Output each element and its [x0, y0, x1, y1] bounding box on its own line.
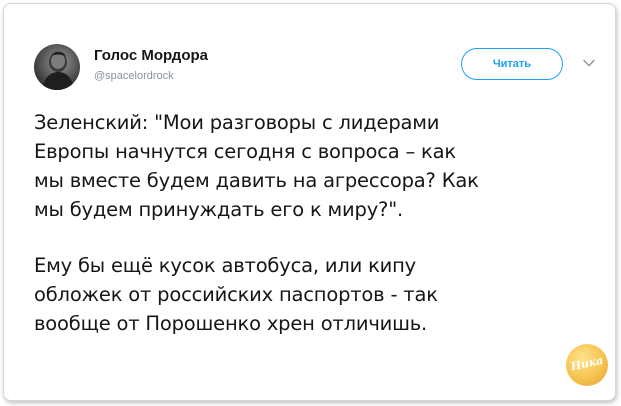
tweet-line: Зеленский: "Мои разговоры с лидерами: [34, 111, 440, 134]
follow-button-label: Читать: [492, 58, 532, 70]
user-name[interactable]: Голос Мордора: [94, 46, 208, 66]
tweet-line: вообще от Порошенко хрен отличишь.: [34, 312, 428, 335]
tweet-paragraph-2: Ему бы ещё кусок автобуса, или кипу обло…: [34, 251, 594, 338]
tweet-line: мы будем принуждать его к миру?".: [34, 198, 403, 221]
avatar-photo-icon: [42, 51, 74, 90]
tweet-line: обложек от российских паспортов - так: [34, 283, 438, 306]
avatar[interactable]: [34, 44, 80, 90]
tweet-header: Голос Мордора @spacelordrock Читать: [34, 44, 596, 94]
tweet-card: Голос Мордора @spacelordrock Читать Зеле…: [3, 3, 616, 401]
user-handle[interactable]: @spacelordrock: [94, 68, 208, 84]
tweet-line: мы вместе будем давить на агрессора? Как: [34, 169, 479, 192]
tweet-line: Европы начнутся сегодня с вопроса – как: [34, 140, 456, 163]
watermark-logo: Ника: [566, 344, 608, 386]
user-info: Голос Мордора @spacelordrock: [94, 46, 208, 84]
tweet-line: Ему бы ещё кусок автобуса, или кипу: [34, 254, 417, 277]
tweet-body: Зеленский: "Мои разговоры с лидерами Евр…: [34, 108, 594, 338]
watermark-text: Ника: [569, 353, 605, 374]
tweet-paragraph-1: Зеленский: "Мои разговоры с лидерами Евр…: [34, 108, 594, 224]
follow-button[interactable]: Читать: [461, 48, 563, 80]
chevron-down-icon[interactable]: [582, 56, 596, 70]
